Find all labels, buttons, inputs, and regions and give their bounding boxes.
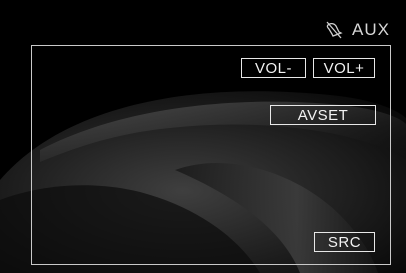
status-bar: AUX (324, 20, 390, 40)
volume-up-button[interactable]: VOL+ (313, 58, 375, 78)
volume-down-button[interactable]: VOL- (241, 58, 306, 78)
av-settings-button[interactable]: AVSET (270, 105, 376, 125)
mute-icon (324, 20, 344, 40)
source-button[interactable]: SRC (314, 232, 375, 252)
source-label: AUX (352, 20, 390, 39)
aux-screen: AUX VOL- VOL+ AVSET SRC (0, 0, 406, 273)
